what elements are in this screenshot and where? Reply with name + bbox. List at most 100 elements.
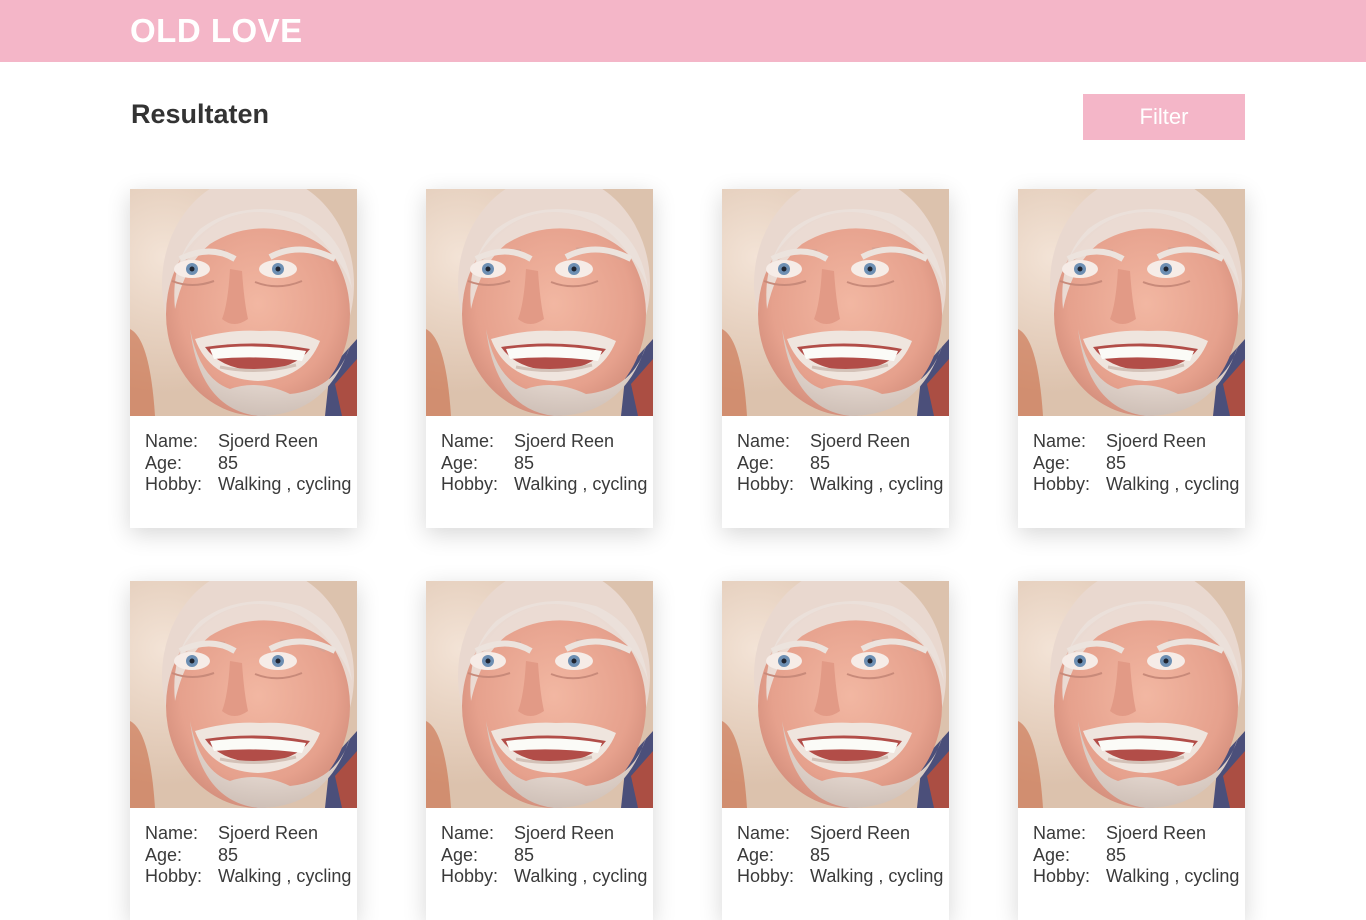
age-row: Age: 85: [441, 845, 653, 867]
name-value: Sjoerd Reen: [1106, 823, 1207, 843]
filter-button[interactable]: Filter: [1083, 94, 1245, 140]
age-value: 85: [810, 452, 831, 473]
age-row: Age: 85: [441, 453, 653, 475]
profile-info: Name: Sjoerd Reen Age: 85 Hobby: Walking…: [722, 416, 949, 496]
age-value: 85: [810, 844, 831, 865]
brand-logo-text[interactable]: OLD LOVE: [130, 11, 303, 51]
name-row: Name: Sjoerd Reen: [441, 823, 653, 845]
hobby-row: Hobby: Walking , cycling: [145, 474, 357, 496]
profile-card[interactable]: Name: Sjoerd Reen Age: 85 Hobby: Walking…: [130, 189, 357, 528]
profile-card[interactable]: Name: Sjoerd Reen Age: 85 Hobby: Walking…: [1018, 189, 1245, 528]
name-value: Sjoerd Reen: [1106, 431, 1207, 451]
age-value: 85: [1106, 452, 1127, 473]
name-label: Name:: [1033, 431, 1087, 451]
name-row: Name: Sjoerd Reen: [145, 823, 357, 845]
profile-photo[interactable]: [722, 581, 949, 808]
age-row: Age: 85: [737, 453, 949, 475]
smiling-old-man-photo: [130, 581, 357, 808]
profile-photo[interactable]: [1018, 581, 1245, 808]
profile-photo[interactable]: [426, 189, 653, 416]
age-label: Age:: [145, 452, 183, 473]
profile-photo[interactable]: [130, 189, 357, 416]
profile-info: Name: Sjoerd Reen Age: 85 Hobby: Walking…: [426, 808, 653, 888]
top-navbar: OLD LOVE: [0, 0, 1366, 62]
name-value: Sjoerd Reen: [218, 431, 319, 451]
name-label: Name:: [441, 823, 495, 843]
smiling-old-man-photo: [722, 581, 949, 808]
hobby-row: Hobby: Walking , cycling: [1033, 474, 1245, 496]
name-label: Name:: [145, 431, 199, 451]
hobby-row: Hobby: Walking , cycling: [145, 866, 357, 888]
profile-info: Name: Sjoerd Reen Age: 85 Hobby: Walking…: [722, 808, 949, 888]
hobby-row: Hobby: Walking , cycling: [737, 866, 949, 888]
hobby-label: Hobby:: [441, 866, 499, 886]
age-row: Age: 85: [1033, 453, 1245, 475]
age-label: Age:: [737, 844, 775, 865]
profile-card[interactable]: Name: Sjoerd Reen Age: 85 Hobby: Walking…: [130, 581, 357, 920]
name-value: Sjoerd Reen: [514, 431, 615, 451]
profile-info: Name: Sjoerd Reen Age: 85 Hobby: Walking…: [426, 416, 653, 496]
hobby-label: Hobby:: [737, 866, 795, 886]
name-row: Name: Sjoerd Reen: [1033, 431, 1245, 453]
name-label: Name:: [737, 431, 791, 451]
profile-info: Name: Sjoerd Reen Age: 85 Hobby: Walking…: [1018, 416, 1245, 496]
age-row: Age: 85: [145, 845, 357, 867]
smiling-old-man-photo: [1018, 581, 1245, 808]
profile-info: Name: Sjoerd Reen Age: 85 Hobby: Walking…: [1018, 808, 1245, 888]
profile-card[interactable]: Name: Sjoerd Reen Age: 85 Hobby: Walking…: [1018, 581, 1245, 920]
age-label: Age:: [441, 452, 479, 473]
smiling-old-man-photo: [1018, 189, 1245, 416]
smiling-old-man-photo: [426, 581, 653, 808]
age-value: 85: [218, 452, 239, 473]
hobby-label: Hobby:: [1033, 866, 1091, 886]
name-value: Sjoerd Reen: [810, 823, 911, 843]
name-label: Name:: [1033, 823, 1087, 843]
hobby-value: Walking , cycling: [514, 866, 648, 886]
age-label: Age:: [1033, 844, 1071, 865]
results-grid: Name: Sjoerd Reen Age: 85 Hobby: Walking…: [130, 189, 1245, 920]
hobby-value: Walking , cycling: [1106, 474, 1240, 494]
age-label: Age:: [441, 844, 479, 865]
age-value: 85: [1106, 844, 1127, 865]
hobby-value: Walking , cycling: [218, 866, 352, 886]
age-row: Age: 85: [737, 845, 949, 867]
name-label: Name:: [441, 431, 495, 451]
profile-card[interactable]: Name: Sjoerd Reen Age: 85 Hobby: Walking…: [426, 581, 653, 920]
profile-photo[interactable]: [130, 581, 357, 808]
name-label: Name:: [145, 823, 199, 843]
smiling-old-man-photo: [722, 189, 949, 416]
smiling-old-man-photo: [426, 189, 653, 416]
hobby-row: Hobby: Walking , cycling: [1033, 866, 1245, 888]
profile-info: Name: Sjoerd Reen Age: 85 Hobby: Walking…: [130, 416, 357, 496]
hobby-value: Walking , cycling: [514, 474, 648, 494]
profile-photo[interactable]: [426, 581, 653, 808]
name-label: Name:: [737, 823, 791, 843]
age-label: Age:: [737, 452, 775, 473]
hobby-value: Walking , cycling: [1106, 866, 1240, 886]
age-row: Age: 85: [145, 453, 357, 475]
profile-photo[interactable]: [722, 189, 949, 416]
profile-photo[interactable]: [1018, 189, 1245, 416]
hobby-label: Hobby:: [737, 474, 795, 494]
hobby-label: Hobby:: [145, 474, 203, 494]
age-value: 85: [514, 844, 535, 865]
age-label: Age:: [1033, 452, 1071, 473]
name-value: Sjoerd Reen: [514, 823, 615, 843]
name-value: Sjoerd Reen: [218, 823, 319, 843]
name-value: Sjoerd Reen: [810, 431, 911, 451]
hobby-label: Hobby:: [1033, 474, 1091, 494]
smiling-old-man-photo: [130, 189, 357, 416]
age-label: Age:: [145, 844, 183, 865]
hobby-value: Walking , cycling: [810, 474, 944, 494]
hobby-row: Hobby: Walking , cycling: [441, 474, 653, 496]
hobby-value: Walking , cycling: [218, 474, 352, 494]
profile-card[interactable]: Name: Sjoerd Reen Age: 85 Hobby: Walking…: [722, 581, 949, 920]
hobby-row: Hobby: Walking , cycling: [441, 866, 653, 888]
profile-card[interactable]: Name: Sjoerd Reen Age: 85 Hobby: Walking…: [426, 189, 653, 528]
profile-card[interactable]: Name: Sjoerd Reen Age: 85 Hobby: Walking…: [722, 189, 949, 528]
age-value: 85: [218, 844, 239, 865]
hobby-row: Hobby: Walking , cycling: [737, 474, 949, 496]
age-value: 85: [514, 452, 535, 473]
hobby-label: Hobby:: [441, 474, 499, 494]
page-title: Resultaten: [131, 99, 270, 129]
